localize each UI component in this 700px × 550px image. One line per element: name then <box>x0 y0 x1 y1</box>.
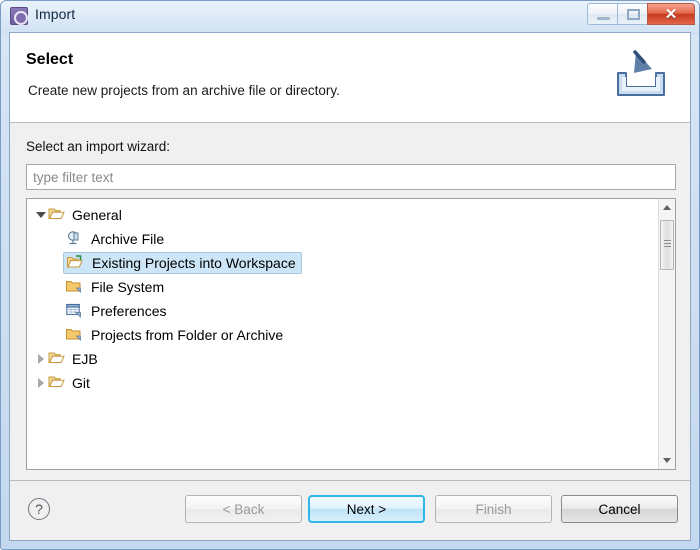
folder-icon-wrap <box>65 278 85 296</box>
titlebar: Import ✕ <box>1 1 699 31</box>
tree-expand-arrow-right-icon[interactable] <box>33 347 48 371</box>
tree-item-preferences[interactable]: Preferences <box>27 299 658 323</box>
folder-icon <box>66 281 81 293</box>
open-folder-icon-wrap <box>48 374 68 392</box>
minimize-icon <box>597 17 610 20</box>
tree-item-archive-file[interactable]: Archive File <box>27 227 658 251</box>
wizard-content: Select an import wizard: General Archive … <box>10 124 690 480</box>
tree-vertical-scrollbar[interactable] <box>658 199 675 469</box>
project-import-icon-wrap <box>66 254 86 272</box>
archive-file-icon <box>67 231 79 245</box>
scroll-down-arrow-icon[interactable] <box>659 452 675 469</box>
dialog-button-bar: ? < Back Next > Finish Cancel <box>10 480 690 540</box>
tree-item-label: Archive File <box>91 231 165 247</box>
tree-item-existing-projects-into-workspace[interactable]: Existing Projects into Workspace <box>27 251 658 275</box>
page-subtitle: Create new projects from an archive file… <box>28 83 340 98</box>
import-dialog-window: Import ✕ Select Create new projects from… <box>0 0 700 550</box>
tree-item-file-system[interactable]: File System <box>27 275 658 299</box>
import-tray-icon <box>617 50 665 96</box>
preferences-icon <box>66 303 81 318</box>
close-button[interactable]: ✕ <box>647 3 695 25</box>
scroll-up-arrow-icon[interactable] <box>659 199 675 216</box>
preferences-icon-wrap <box>65 302 85 320</box>
scrollbar-thumb[interactable] <box>660 220 674 270</box>
tree-expand-arrow-down-icon[interactable] <box>33 203 48 227</box>
archive-file-icon-wrap <box>65 230 85 248</box>
tree-item-label: Git <box>72 375 90 391</box>
close-icon: ✕ <box>664 6 678 23</box>
tree-item-label: EJB <box>72 351 98 367</box>
open-folder-icon-wrap <box>48 206 68 224</box>
tree-item-general[interactable]: General <box>27 203 658 227</box>
project-import-icon <box>67 255 83 268</box>
tree-item-label: Preferences <box>91 303 167 319</box>
page-title: Select <box>26 51 74 68</box>
window-controls: ✕ <box>587 3 695 27</box>
cancel-button[interactable]: Cancel <box>561 495 678 523</box>
next-button[interactable]: Next > <box>308 495 425 523</box>
maximize-icon <box>627 9 640 20</box>
open-folder-icon-wrap <box>48 350 68 368</box>
tree-item-label: File System <box>91 279 165 295</box>
import-wizard-label: Select an import wizard: <box>26 139 171 154</box>
open-folder-icon <box>48 376 65 387</box>
tree-item-ejb[interactable]: EJB <box>27 347 658 371</box>
back-button[interactable]: < Back <box>185 495 302 523</box>
window-title: Import <box>35 6 76 22</box>
help-icon[interactable]: ? <box>28 498 50 520</box>
wizard-header: Select Create new projects from an archi… <box>10 33 690 123</box>
import-wizard-tree[interactable]: General Archive File Existing Projects int… <box>26 198 676 470</box>
dialog-body: Select Create new projects from an archi… <box>9 32 691 541</box>
folder-icon <box>66 329 81 341</box>
tree-item-label: Existing Projects into Workspace <box>92 255 296 271</box>
scrollbar-grip-icon <box>664 240 671 247</box>
eclipse-wizard-icon <box>10 7 28 25</box>
tree-item-projects-from-folder-or-archive[interactable]: Projects from Folder or Archive <box>27 323 658 347</box>
open-folder-icon <box>48 352 65 363</box>
folder-icon-wrap <box>65 326 85 344</box>
maximize-button[interactable] <box>617 3 648 25</box>
finish-button[interactable]: Finish <box>435 495 552 523</box>
minimize-button[interactable] <box>587 3 618 25</box>
tree-item-selected[interactable]: Existing Projects into Workspace <box>63 252 302 274</box>
open-folder-icon <box>48 208 65 219</box>
filter-input[interactable] <box>26 164 676 190</box>
tree-item-label: General <box>72 207 122 223</box>
tree-expand-arrow-right-icon[interactable] <box>33 371 48 395</box>
tree-item-label: Projects from Folder or Archive <box>91 327 284 343</box>
tree-item-git[interactable]: Git <box>27 371 658 395</box>
